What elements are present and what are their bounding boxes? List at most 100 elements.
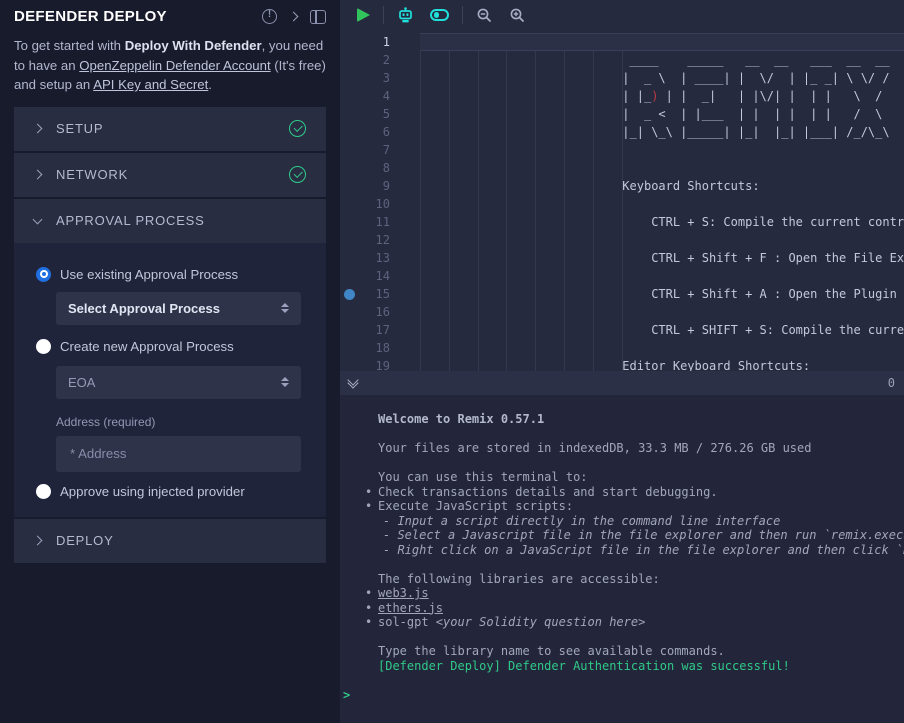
ai-toggle-button[interactable] xyxy=(422,0,457,30)
editor-line[interactable]: 18 xyxy=(340,339,904,357)
line-number[interactable]: 19 xyxy=(340,357,420,371)
line-number[interactable]: 1 xyxy=(340,33,420,51)
section-network[interactable]: NETWORK xyxy=(14,153,326,197)
line-number[interactable]: 7 xyxy=(340,141,420,159)
chevron-right-icon xyxy=(33,124,43,134)
chevron-down-icon xyxy=(33,214,43,224)
issues-icon[interactable] xyxy=(262,9,277,24)
chevron-right-icon xyxy=(33,536,43,546)
editor-line[interactable]: 5 | _ < | |___ | | | | | | / \ xyxy=(340,105,904,123)
line-number[interactable]: 8 xyxy=(340,159,420,177)
editor-line[interactable]: 13 CTRL + Shift + F : Open the File Expl… xyxy=(340,249,904,267)
terminal-line xyxy=(378,630,904,645)
line-number[interactable]: 10 xyxy=(340,195,420,213)
section-setup-label: SETUP xyxy=(56,121,103,136)
editor-toolbar xyxy=(340,0,904,30)
play-icon xyxy=(357,8,370,22)
defender-deploy-panel: DEFENDER DEPLOY To get started with Depl… xyxy=(0,0,340,723)
radio-create-new-approval[interactable]: Create new Approval Process xyxy=(14,339,326,354)
editor-lines: 12 ____ _____ __ __ ___ __ __3 | _ \ | _… xyxy=(340,30,904,371)
editor-line[interactable]: 7 xyxy=(340,141,904,159)
editor-line[interactable]: 14 xyxy=(340,267,904,285)
transactions-count-badge: 0 xyxy=(888,376,895,390)
terminal-line: Welcome to Remix 0.57.1 xyxy=(378,412,904,427)
line-number[interactable]: 4 xyxy=(340,87,420,105)
radio-unselected-icon[interactable] xyxy=(36,484,51,499)
select-arrows-icon xyxy=(281,303,289,314)
radio-approve-injected-provider[interactable]: Approve using injected provider xyxy=(14,484,326,499)
terminal-link[interactable]: web3.js xyxy=(378,586,904,601)
address-input[interactable] xyxy=(56,436,301,472)
terminal-line: Type the library name to see available c… xyxy=(378,644,904,659)
chevron-right-icon xyxy=(33,170,43,180)
line-number[interactable]: 14 xyxy=(340,267,420,285)
editor-line[interactable]: 15 CTRL + Shift + A : Open the Plugin Ma… xyxy=(340,285,904,303)
editor-line[interactable]: 8 xyxy=(340,159,904,177)
editor-line[interactable]: 1 xyxy=(340,33,904,51)
section-deploy[interactable]: DEPLOY xyxy=(14,519,326,563)
terminal-line xyxy=(378,427,904,442)
terminal-line: [Defender Deploy] Defender Authenticatio… xyxy=(378,659,904,674)
zoom-in-button[interactable] xyxy=(501,0,534,30)
approval-type-select[interactable]: EOA xyxy=(56,366,301,399)
terminal-line xyxy=(378,673,904,688)
radio-unselected-icon[interactable] xyxy=(36,339,51,354)
section-setup[interactable]: SETUP xyxy=(14,107,326,151)
line-number[interactable]: 6 xyxy=(340,123,420,141)
description-link[interactable]: OpenZeppelin Defender Account xyxy=(79,58,270,73)
workspace: 12 ____ _____ __ __ ___ __ __3 | _ \ | _… xyxy=(340,0,904,723)
editor-line[interactable]: 9 Keyboard Shortcuts: xyxy=(340,177,904,195)
editor-line[interactable]: 17 CTRL + SHIFT + S: Compile the current… xyxy=(340,321,904,339)
line-number[interactable]: 17 xyxy=(340,321,420,339)
terminal-line: - Select a Javascript file in the file e… xyxy=(378,528,904,543)
terminal-line: The following libraries are accessible: xyxy=(378,572,904,587)
terminal-link[interactable]: ethers.js xyxy=(378,601,904,616)
editor-line[interactable]: 10 xyxy=(340,195,904,213)
terminal-line: - Input a script directly in the command… xyxy=(378,514,904,529)
line-number[interactable]: 9 xyxy=(340,177,420,195)
terminal-line: sol-gpt <your Solidity question here> xyxy=(378,615,904,630)
editor-line[interactable]: 19 Editor Keyboard Shortcuts: xyxy=(340,357,904,371)
select-arrows-icon xyxy=(281,377,289,388)
address-label: Address (required) xyxy=(56,415,326,429)
line-number[interactable]: 16 xyxy=(340,303,420,321)
terminal[interactable]: Welcome to Remix 0.57.1 Your files are s… xyxy=(340,395,904,723)
line-number[interactable]: 2 xyxy=(340,51,420,69)
collapse-terminal-icon[interactable] xyxy=(349,379,357,387)
editor-line[interactable]: 12 xyxy=(340,231,904,249)
approval-process-body: Use existing Approval Process Select App… xyxy=(14,243,326,517)
line-number[interactable]: 18 xyxy=(340,339,420,357)
approval-process-select[interactable]: Select Approval Process xyxy=(56,292,301,325)
terminal-line: Check transactions details and start deb… xyxy=(378,485,904,500)
panel-header: DEFENDER DEPLOY xyxy=(0,0,340,25)
line-number[interactable]: 11 xyxy=(340,213,420,231)
section-approval-label: APPROVAL PROCESS xyxy=(56,213,205,228)
editor-line[interactable]: 3 | _ \ | ____| | \/ | |_ _| \ \/ / xyxy=(340,69,904,87)
expand-panel-icon[interactable] xyxy=(289,12,299,22)
run-script-button[interactable] xyxy=(349,0,378,30)
radio-selected-icon[interactable] xyxy=(36,267,51,282)
section-approval-process[interactable]: APPROVAL PROCESS xyxy=(14,199,326,243)
editor-line[interactable]: 2 ____ _____ __ __ ___ __ __ xyxy=(340,51,904,69)
check-circle-icon xyxy=(289,166,306,183)
line-number[interactable]: 5 xyxy=(340,105,420,123)
terminal-line xyxy=(378,557,904,572)
code-editor[interactable]: 12 ____ _____ __ __ ___ __ __3 | _ \ | _… xyxy=(340,30,904,371)
split-view-icon[interactable] xyxy=(310,10,326,24)
radio-use-existing-approval[interactable]: Use existing Approval Process xyxy=(14,267,326,282)
check-circle-icon xyxy=(289,120,306,137)
terminal-line: > xyxy=(343,688,904,703)
description-link[interactable]: API Key and Secret xyxy=(93,77,208,92)
breakpoint-icon[interactable] xyxy=(344,289,355,300)
ai-assistant-button[interactable] xyxy=(389,0,422,30)
zoom-out-button[interactable] xyxy=(468,0,501,30)
line-number[interactable]: 3 xyxy=(340,69,420,87)
editor-line[interactable]: 6 |_| \_\ |_____| |_| |_| |___| /_/\_\ xyxy=(340,123,904,141)
terminal-line: Your files are stored in indexedDB, 33.3… xyxy=(378,441,904,456)
editor-line[interactable]: 11 CTRL + S: Compile the current contrac… xyxy=(340,213,904,231)
line-number[interactable]: 13 xyxy=(340,249,420,267)
line-number[interactable]: 15 xyxy=(340,285,420,303)
editor-line[interactable]: 16 xyxy=(340,303,904,321)
line-number[interactable]: 12 xyxy=(340,231,420,249)
editor-line[interactable]: 4 | |_) | | _| | |\/| | | | \ / xyxy=(340,87,904,105)
